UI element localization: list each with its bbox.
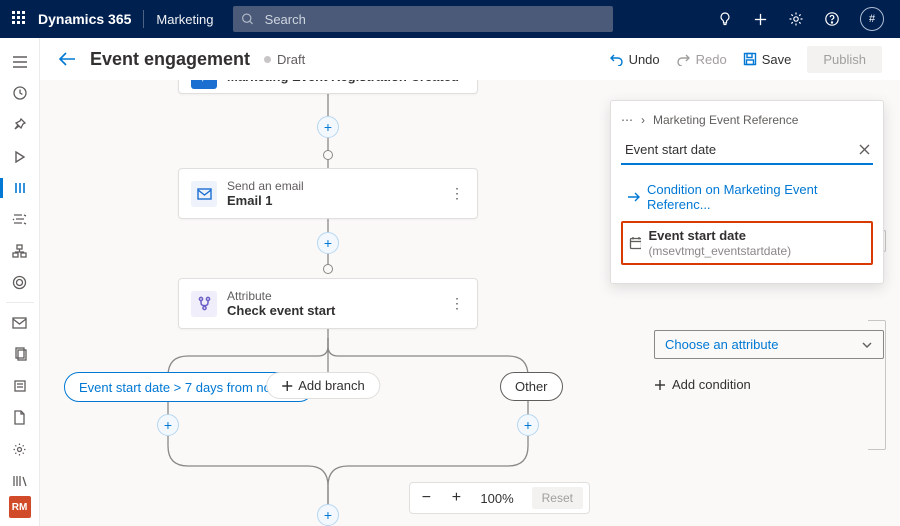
email-sup: Send an email [227, 179, 304, 193]
picker-related-link[interactable]: Condition on Marketing Event Referenc... [621, 177, 873, 217]
picker-hit-label: Event start date [648, 228, 746, 243]
zoom-level: 100% [476, 491, 517, 506]
trigger-card[interactable]: Marketing Event Registration Created [178, 80, 478, 94]
back-button[interactable] [58, 51, 76, 67]
add-node[interactable]: + [317, 232, 339, 254]
divider [6, 302, 34, 303]
chevron-right-icon: › [641, 113, 645, 127]
status-label: Draft [277, 52, 305, 67]
attribute-panel: Choose an attribute Add condition [654, 330, 884, 392]
lightbulb-icon[interactable] [717, 11, 733, 27]
global-search-input[interactable] [263, 11, 606, 28]
connector-node [323, 150, 333, 160]
redo-button[interactable]: Redo [676, 52, 727, 67]
page-title: Event engagement [90, 49, 250, 70]
connector-node [323, 264, 333, 274]
lightning-icon [191, 80, 217, 89]
picker-hit-tech: (msevtmgt_eventstartdate) [648, 244, 791, 258]
page-icon[interactable] [0, 402, 40, 434]
picker-search-input[interactable] [623, 141, 858, 158]
plus-icon [654, 379, 666, 391]
search-icon [241, 12, 254, 26]
more-icon[interactable]: ⋮ [442, 295, 465, 312]
arrow-right-icon [627, 191, 640, 203]
picker-breadcrumb[interactable]: ⋯ › Marketing Event Reference [621, 113, 873, 127]
product-brand: Dynamics 365 [38, 11, 131, 27]
user-avatar[interactable]: # [860, 7, 884, 31]
plus-icon[interactable] [753, 12, 768, 27]
add-branch-button[interactable]: Add branch [266, 372, 380, 399]
branch-other-pill[interactable]: Other [500, 372, 563, 401]
pin-icon[interactable] [0, 109, 40, 141]
play-icon[interactable] [0, 141, 40, 173]
add-node[interactable]: + [317, 504, 339, 526]
calendar-icon [629, 236, 641, 250]
form-icon[interactable] [0, 370, 40, 402]
attribute-picker: ⋯ › Marketing Event Reference Condition … [610, 100, 884, 284]
app-area[interactable]: Marketing [156, 12, 213, 27]
clock-icon[interactable] [0, 78, 40, 110]
branch-icon [191, 291, 217, 317]
global-top-bar: Dynamics 365 Marketing # [0, 0, 900, 38]
add-condition-button[interactable]: Add condition [654, 377, 884, 392]
attribute-card[interactable]: Attribute Check event start ⋮ [178, 278, 478, 329]
mail-icon[interactable] [0, 307, 40, 339]
undo-button[interactable]: Undo [609, 52, 660, 67]
chevron-down-icon [861, 340, 873, 350]
gear-icon[interactable] [0, 433, 40, 465]
choose-attribute-label: Choose an attribute [665, 337, 778, 352]
hamburger-icon[interactable] [0, 46, 40, 78]
picker-link-text: Condition on Marketing Event Referenc... [647, 182, 867, 212]
add-node[interactable]: + [317, 116, 339, 138]
divider [143, 10, 144, 28]
publish-button[interactable]: Publish [807, 46, 882, 73]
choose-attribute-select[interactable]: Choose an attribute [654, 330, 884, 359]
more-icon[interactable]: ⋯ [621, 113, 633, 127]
trigger-label: Marketing Event Registration Created [227, 80, 459, 84]
zoom-out-button[interactable]: − [416, 489, 436, 507]
email-main: Email 1 [227, 193, 304, 208]
breadcrumb-current: Marketing Event Reference [653, 113, 798, 127]
target-icon[interactable] [0, 267, 40, 299]
clear-icon[interactable] [858, 143, 871, 156]
add-node[interactable]: + [157, 414, 179, 436]
save-label: Save [762, 52, 792, 67]
undo-label: Undo [629, 52, 660, 67]
email-card[interactable]: Send an email Email 1 ⋮ [178, 168, 478, 219]
branch-other-label: Other [515, 379, 548, 394]
settings-stack-icon[interactable] [0, 204, 40, 236]
picker-result-hit[interactable]: Event start date (msevtmgt_eventstartdat… [621, 221, 873, 265]
more-icon[interactable]: ⋮ [442, 185, 465, 202]
command-bar: Event engagement Draft Undo Redo Save Pu… [40, 38, 900, 80]
save-button[interactable]: Save [743, 52, 792, 67]
mail-icon [191, 181, 217, 207]
attr-main: Check event start [227, 303, 335, 318]
copy-icon[interactable] [0, 339, 40, 371]
zoom-in-button[interactable]: + [446, 489, 466, 507]
redo-label: Redo [696, 52, 727, 67]
app-launcher-icon[interactable] [12, 11, 28, 27]
status-dot [264, 56, 271, 63]
picker-search[interactable] [621, 137, 873, 165]
left-nav-rail: RM [0, 38, 40, 526]
help-icon[interactable] [824, 11, 840, 27]
zoom-control: − + 100% Reset [409, 482, 590, 514]
journey-icon[interactable] [0, 172, 40, 204]
zoom-reset-button[interactable]: Reset [532, 487, 583, 509]
user-badge[interactable]: RM [9, 496, 31, 518]
global-search[interactable] [233, 6, 613, 32]
library-icon[interactable] [0, 465, 40, 497]
add-condition-label: Add condition [672, 377, 751, 392]
add-branch-label: Add branch [298, 378, 365, 393]
branch-condition-label: Event start date > 7 days from now [79, 380, 280, 395]
plus-icon [281, 380, 293, 392]
sitemap-icon[interactable] [0, 235, 40, 267]
attr-sup: Attribute [227, 289, 335, 303]
add-node[interactable]: + [517, 414, 539, 436]
gear-icon[interactable] [788, 11, 804, 27]
